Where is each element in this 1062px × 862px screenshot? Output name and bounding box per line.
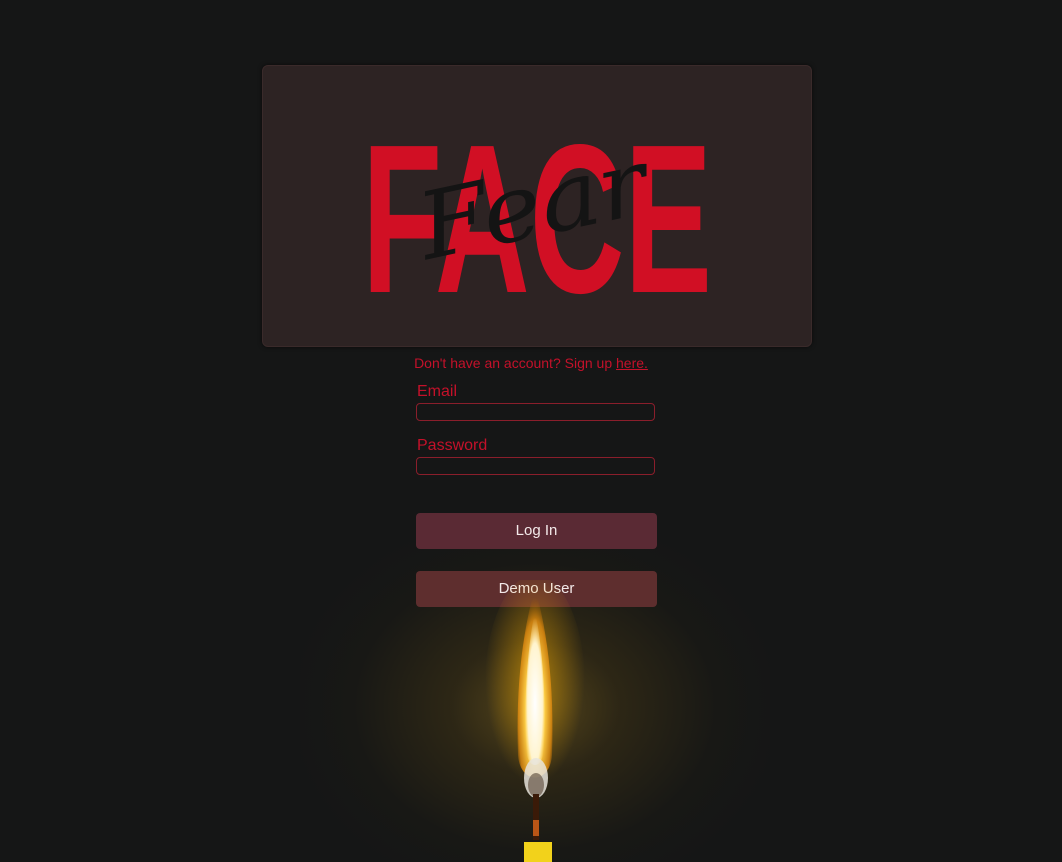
password-label: Password [417, 437, 488, 454]
demo-user-button[interactable]: Demo User [416, 571, 657, 607]
password-field[interactable] [416, 457, 655, 475]
signup-prompt: Don't have an account? Sign up here. [0, 355, 1062, 371]
email-field[interactable] [416, 403, 655, 421]
candle-flame-image [485, 580, 585, 862]
signup-link[interactable]: here. [616, 355, 648, 371]
signup-prompt-text: Don't have an account? Sign up [414, 355, 616, 371]
email-label: Email [417, 383, 458, 400]
login-page: FACE Fear Don't have an account? Sign up… [0, 0, 1062, 862]
login-button[interactable]: Log In [416, 513, 657, 549]
face-fear-logo: FACE Fear [362, 100, 712, 337]
logo-card: FACE Fear [262, 65, 812, 347]
